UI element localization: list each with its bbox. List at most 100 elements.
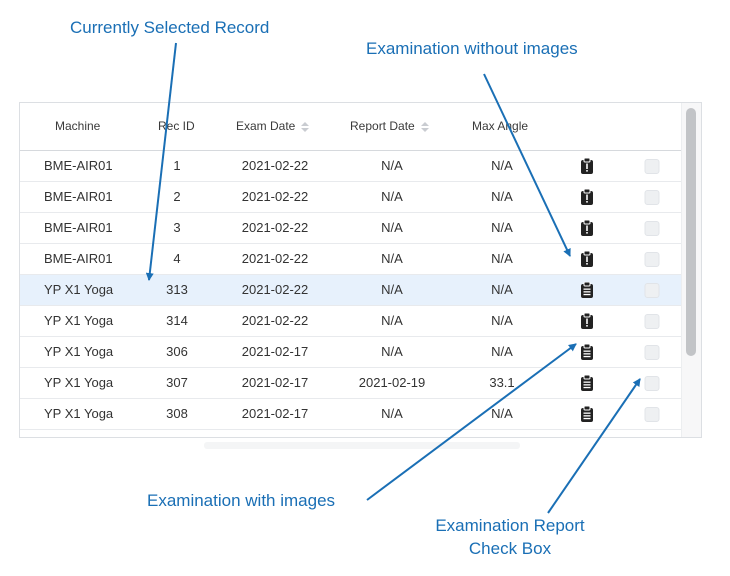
sort-icon[interactable] — [420, 121, 429, 132]
callout-report-checkbox-line2: Check Box — [468, 539, 552, 558]
table-row[interactable]: YP X1 Yoga 306 2021-02-17 N/A N/A — [20, 337, 684, 368]
cell-machine: YP X1 Yoga — [44, 344, 114, 359]
cell-exam-date: 2021-02-22 — [241, 251, 309, 266]
scrollbar-thumb[interactable] — [686, 108, 696, 356]
clipboard-alert-icon[interactable] — [580, 219, 594, 236]
cell-max-angle: N/A — [491, 251, 513, 266]
cell-exam-date: 2021-02-17 — [241, 406, 309, 421]
cell-rec-id: 308 — [166, 406, 188, 421]
cell-exam-date: 2021-02-22 — [241, 282, 309, 297]
report-checkbox[interactable] — [644, 221, 660, 236]
cell-rec-id: 3 — [173, 220, 181, 235]
cell-machine: YP X1 Yoga — [44, 313, 114, 328]
report-checkbox[interactable] — [644, 314, 660, 329]
cell-max-angle: N/A — [491, 158, 513, 173]
report-checkbox[interactable] — [644, 283, 660, 298]
callout-without-images: Examination without images — [366, 39, 578, 58]
table-body: BME-AIR01 1 2021-02-22 N/A N/A BME-AIR01 2 2021… — [20, 151, 684, 437]
table-row-selected[interactable]: YP X1 Yoga 313 2021-02-22 N/A N/A — [20, 275, 684, 306]
report-checkbox[interactable] — [644, 345, 660, 360]
cell-report-date: N/A — [381, 251, 403, 266]
cell-machine: BME-AIR01 — [44, 251, 113, 266]
table-row[interactable]: YP X1 Yoga 308 2021-02-17 N/A N/A — [20, 399, 684, 430]
clipboard-list-icon[interactable] — [583, 436, 591, 437]
cell-machine: BME-AIR01 — [44, 158, 113, 173]
cell-report-date: N/A — [381, 406, 403, 421]
report-checkbox[interactable] — [644, 407, 660, 422]
cell-report-date: 2021-02-19 — [359, 430, 426, 437]
cell-max-angle: N/A — [491, 189, 513, 204]
col-header-exam-date[interactable]: Exam Date — [236, 119, 310, 133]
horizontal-scrollbar[interactable] — [204, 442, 520, 449]
cell-machine: YP X1 Yoga — [44, 282, 114, 297]
col-header-report-date[interactable]: Report Date — [350, 119, 429, 133]
cell-report-date: N/A — [381, 189, 403, 204]
cell-rec-id: 313 — [166, 282, 188, 297]
sort-icon[interactable] — [301, 121, 310, 132]
col-header-exam-date-label: Exam Date — [236, 119, 296, 133]
cell-max-angle: 34.1 — [489, 430, 514, 437]
clipboard-alert-icon[interactable] — [580, 250, 594, 267]
cell-rec-id: 1 — [173, 158, 181, 173]
cell-max-angle: 33.1 — [489, 375, 515, 390]
cell-machine: BME-AIR01 — [44, 189, 113, 204]
callout-report-checkbox: Examination Report Check Box — [420, 514, 600, 560]
cell-exam-date: 2021-02-17 — [241, 344, 309, 359]
table-row[interactable]: YP X1 Yoga 314 2021-02-22 N/A N/A — [20, 306, 684, 337]
report-checkbox[interactable] — [644, 376, 660, 391]
cell-exam-date: 2021-02-17 — [242, 430, 309, 437]
clipboard-alert-icon[interactable] — [580, 312, 594, 329]
col-header-machine[interactable]: Machine — [55, 119, 100, 133]
table-header: Machine Rec ID Exam Date Report Date Max… — [20, 103, 684, 151]
table-row[interactable]: BME-AIR01 2 2021-02-22 N/A N/A — [20, 182, 684, 213]
report-checkbox[interactable] — [644, 252, 660, 267]
cell-rec-id: 309 — [166, 430, 188, 437]
records-table: Machine Rec ID Exam Date Report Date Max… — [19, 102, 702, 438]
cell-report-date: N/A — [381, 158, 403, 173]
clipboard-list-icon[interactable] — [580, 405, 594, 422]
cell-max-angle: N/A — [491, 406, 513, 421]
cell-machine: YP X1 Yoga — [44, 406, 114, 421]
cell-exam-date: 2021-02-22 — [241, 220, 309, 235]
cell-machine: YP X1 Yoga — [44, 375, 114, 390]
cell-machine: YP X1 Yoga — [44, 430, 113, 437]
callout-with-images: Examination with images — [147, 491, 336, 510]
cell-rec-id: 2 — [173, 189, 181, 204]
cell-max-angle: N/A — [491, 282, 513, 297]
vertical-scrollbar[interactable] — [681, 103, 701, 437]
cell-report-date: N/A — [381, 313, 403, 328]
table-row[interactable]: YP X1 Yoga 309 2021-02-17 2021-02-19 34.1 — [20, 430, 684, 437]
table-row[interactable]: BME-AIR01 3 2021-02-22 N/A N/A — [20, 213, 684, 244]
report-checkbox[interactable] — [644, 159, 660, 174]
col-header-rec-id[interactable]: Rec ID — [158, 119, 195, 133]
cell-rec-id: 307 — [166, 375, 188, 390]
clipboard-list-icon[interactable] — [580, 374, 594, 391]
cell-max-angle: N/A — [491, 344, 513, 359]
cell-exam-date: 2021-02-22 — [241, 158, 309, 173]
clipboard-alert-icon[interactable] — [580, 188, 594, 205]
cell-max-angle: N/A — [491, 220, 513, 235]
cell-exam-date: 2021-02-22 — [241, 189, 309, 204]
col-header-report-date-label: Report Date — [350, 119, 415, 133]
cell-exam-date: 2021-02-22 — [241, 313, 309, 328]
report-checkbox[interactable] — [644, 190, 660, 205]
callout-report-checkbox-line1: Examination Report — [435, 516, 585, 535]
table-row[interactable]: BME-AIR01 4 2021-02-22 N/A N/A — [20, 244, 684, 275]
cell-report-date: N/A — [381, 282, 403, 297]
cell-report-date: N/A — [381, 344, 403, 359]
clipboard-list-icon[interactable] — [580, 343, 594, 360]
clipboard-alert-icon[interactable] — [580, 157, 594, 174]
cell-report-date: N/A — [381, 220, 403, 235]
col-header-max-angle[interactable]: Max Angle — [472, 119, 528, 133]
cell-rec-id: 4 — [173, 251, 181, 266]
cell-machine: BME-AIR01 — [44, 220, 113, 235]
table-row[interactable]: BME-AIR01 1 2021-02-22 N/A N/A — [20, 151, 684, 182]
cell-exam-date: 2021-02-17 — [241, 375, 309, 390]
cell-rec-id: 306 — [166, 344, 188, 359]
cell-report-date: 2021-02-19 — [358, 375, 426, 390]
callout-selected-record: Currently Selected Record — [70, 18, 270, 37]
table-row[interactable]: YP X1 Yoga 307 2021-02-17 2021-02-19 33.1 — [20, 368, 684, 399]
cell-max-angle: N/A — [491, 313, 513, 328]
clipboard-list-icon[interactable] — [580, 281, 594, 298]
cell-rec-id: 314 — [166, 313, 188, 328]
